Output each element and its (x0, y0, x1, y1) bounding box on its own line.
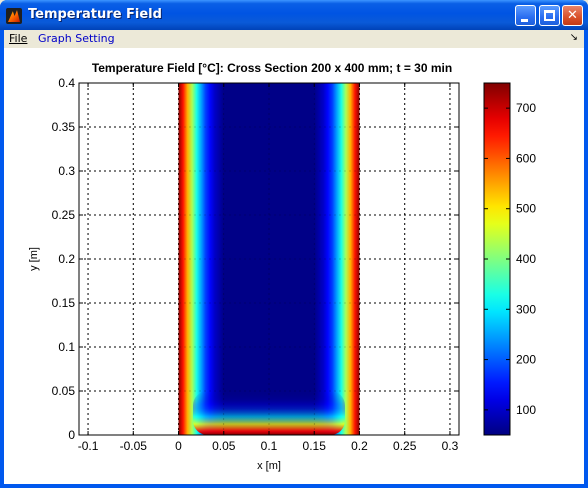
x-tick-label: 0.2 (351, 439, 368, 453)
window-title: Temperature Field (28, 7, 162, 22)
matlab-icon (6, 8, 22, 24)
maximize-button[interactable] (539, 5, 560, 26)
y-tick-label: 0.2 (58, 252, 75, 266)
x-tick-label: 0.15 (303, 439, 327, 453)
x-tick-label: 0.05 (212, 439, 236, 453)
x-tick-label: -0.05 (120, 439, 148, 453)
colorbar-tick-label: 500 (516, 202, 536, 216)
title-bar[interactable]: Temperature Field ✕ (0, 0, 588, 30)
menu-graph-setting[interactable]: Graph Setting (38, 32, 115, 45)
dock-arrow-icon[interactable]: ↘ (570, 32, 578, 43)
close-button[interactable]: ✕ (562, 5, 583, 26)
chart-svg: Temperature Field [°C]: Cross Section 20… (28, 61, 536, 472)
y-tick-label: 0.15 (52, 296, 76, 310)
y-tick-label: 0 (68, 428, 75, 442)
x-tick-label: 0 (175, 439, 182, 453)
colorbar-tick-label: 400 (516, 252, 536, 266)
y-tick-label: 0.25 (52, 208, 76, 222)
window-client-area: File Graph Setting ↘ Temperature Field [… (4, 30, 584, 484)
menu-bar: File Graph Setting ↘ (4, 30, 584, 49)
x-tick-label: -0.1 (78, 439, 99, 453)
y-tick-label: 0.3 (58, 164, 75, 178)
chart-title: Temperature Field [°C]: Cross Section 20… (92, 61, 452, 75)
colorbar-tick-label: 300 (516, 302, 536, 316)
menu-file[interactable]: File (9, 32, 27, 45)
y-tick-label: 0.4 (58, 76, 75, 90)
y-tick-label: 0.35 (52, 120, 76, 134)
x-tick-label: 0.1 (261, 439, 278, 453)
figure-window: Temperature Field ✕ File Graph Setting ↘… (0, 0, 588, 488)
colorbar-tick-label: 200 (516, 353, 536, 367)
y-tick-label: 0.05 (52, 384, 76, 398)
colorbar-tick-label: 600 (516, 151, 536, 165)
minimize-button[interactable] (515, 5, 536, 26)
x-axis-label: x [m] (257, 460, 281, 472)
colorbar-tick-label: 100 (516, 403, 536, 417)
y-axis-label: y [m] (28, 247, 40, 271)
colorbar-tick-label: 700 (516, 101, 536, 115)
x-tick-label: 0.3 (442, 439, 459, 453)
y-tick-label: 0.1 (58, 340, 75, 354)
figure-canvas: Temperature Field [°C]: Cross Section 20… (4, 49, 584, 484)
x-tick-label: 0.25 (393, 439, 417, 453)
